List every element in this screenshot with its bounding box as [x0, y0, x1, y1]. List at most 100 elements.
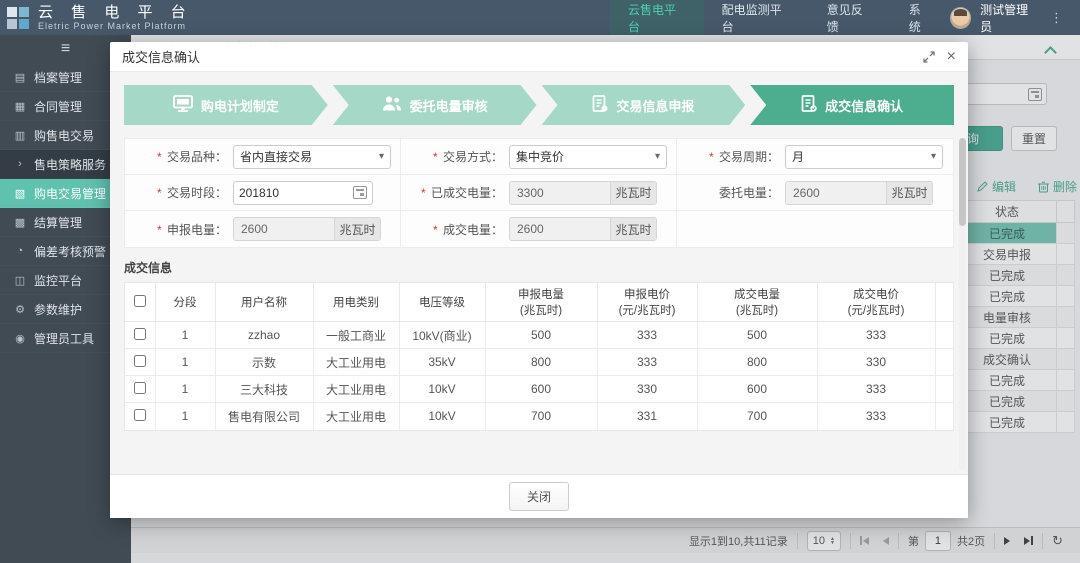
caret-down-icon: ▾	[931, 151, 936, 162]
vertical-dots-icon[interactable]: ⋮	[1047, 10, 1066, 26]
monitor-icon	[173, 95, 193, 115]
users-icon	[382, 95, 402, 115]
deal-table: 分段用户名称用电类别电压等级申报电量 (兆瓦时)申报电价 (元/兆瓦时)成交电量…	[125, 283, 953, 430]
table-header-row: 分段用户名称用电类别电压等级申报电量 (兆瓦时)申报电价 (元/兆瓦时)成交电量…	[125, 283, 953, 322]
table-row[interactable]: 1三大科技大工业用电10kV600330600333	[125, 376, 953, 403]
deal-form: * 交易品种： 省内直接交易▾ * 交易方式：集中竞价▾* 交易周期： 月▾ * 交易时…	[124, 138, 954, 248]
form-select[interactable]: 省内直接交易▾	[233, 145, 391, 169]
wizard-step[interactable]: 委托电量审核	[333, 85, 537, 125]
topnav-item[interactable]: 配电监测平台	[704, 0, 809, 35]
chevron-right-icon: ›	[13, 158, 27, 170]
table-cell: 售电有限公司	[215, 403, 313, 430]
form-readonly-input: 3300兆瓦时	[509, 181, 657, 205]
archive-icon: ▤	[13, 71, 27, 84]
required-asterisk: *	[421, 186, 426, 200]
form-field: * 申报电量： 2600兆瓦时	[125, 211, 401, 247]
form-label: 委托电量：	[677, 184, 779, 201]
topnav-item[interactable]: 意见反馈	[809, 0, 891, 35]
close-button[interactable]: 关闭	[509, 482, 569, 511]
wizard-step[interactable]: 购电计划制定	[124, 85, 328, 125]
row-checkbox[interactable]	[134, 382, 146, 394]
form-date-input[interactable]: 201810	[233, 181, 373, 205]
topnav-item[interactable]: 系统	[891, 0, 950, 35]
expand-icon[interactable]	[923, 51, 935, 63]
app-logo: 云 售 电 平 台 Eletric Power Market Platform	[0, 5, 280, 31]
wizard-step[interactable]: 交易信息申报	[542, 85, 746, 125]
user-block: 测试管理员 ⋮	[950, 1, 1080, 35]
unit-addon: 兆瓦时	[610, 182, 656, 204]
select-all-checkbox[interactable]	[134, 295, 146, 307]
form-select[interactable]: 月▾	[785, 145, 943, 169]
form-field: * 成交电量： 2600兆瓦时	[401, 211, 677, 247]
required-asterisk: *	[433, 223, 438, 237]
row-checkbox[interactable]	[134, 409, 146, 421]
table-cell: 1	[155, 376, 215, 403]
form-readonly-input: 2600兆瓦时	[785, 181, 933, 205]
table-cell: 示数	[215, 349, 313, 376]
form-select[interactable]: 集中竞价▾	[509, 145, 667, 169]
app-header: 云 售 电 平 台 Eletric Power Market Platform …	[0, 0, 1080, 35]
close-icon[interactable]: ×	[947, 50, 956, 64]
deal-confirm-modal: 成交信息确认 × 购电计划制定委托电量审核交易信息申报成交信息确认 * 交易品种…	[110, 42, 968, 518]
table-cell: 1	[155, 322, 215, 349]
table-cell: 333	[817, 376, 935, 403]
form-field: * 交易方式：集中竞价▾	[401, 139, 677, 175]
modal-scrollbar	[959, 138, 966, 470]
monitoring-icon: ◫	[13, 274, 27, 287]
form-label: * 成交电量：	[401, 221, 503, 238]
table-cell: 35kV	[399, 349, 485, 376]
wizard-steps: 购电计划制定委托电量审核交易信息申报成交信息确认	[124, 85, 954, 125]
form-readonly-input: 2600兆瓦时	[233, 217, 381, 241]
required-asterisk: *	[157, 186, 162, 200]
table-cell: 600	[697, 376, 817, 403]
required-asterisk: *	[157, 150, 162, 164]
form-label: * 已成交电量：	[401, 184, 503, 201]
row-checkbox[interactable]	[134, 328, 146, 340]
contract-icon: ▦	[13, 100, 27, 113]
confirm-doc-icon	[801, 95, 817, 115]
table-cell: 10kV(商业)	[399, 322, 485, 349]
report-icon	[592, 95, 608, 115]
logo-subtitle: Eletric Power Market Platform	[38, 21, 193, 31]
required-asterisk: *	[157, 223, 162, 237]
avatar[interactable]	[950, 7, 971, 29]
table-cell: 333	[817, 322, 935, 349]
column-header: 分段	[155, 283, 215, 322]
logo-grid-icon	[7, 7, 29, 29]
section-title: 成交信息	[124, 259, 954, 276]
deal-table-wrap: 分段用户名称用电类别电压等级申报电量 (兆瓦时)申报电价 (元/兆瓦时)成交电量…	[124, 282, 954, 431]
form-label: * 交易周期：	[677, 148, 779, 165]
table-cell: 700	[485, 403, 597, 430]
required-asterisk: *	[709, 150, 714, 164]
wizard-step[interactable]: 成交信息确认	[750, 85, 954, 125]
form-field: * 交易时段： 201810	[125, 175, 401, 211]
deviation-icon: ◔	[13, 245, 27, 257]
modal-footer: 关闭	[110, 474, 968, 518]
settlement-icon: ▩	[13, 216, 27, 229]
table-row[interactable]: 1zzhao一般工商业10kV(商业)500333500333	[125, 322, 953, 349]
unit-addon: 兆瓦时	[886, 182, 932, 204]
form-field: * 交易周期： 月▾	[677, 139, 953, 175]
table-cell: 三大科技	[215, 376, 313, 403]
table-cell: 10kV	[399, 403, 485, 430]
table-cell: 大工业用电	[313, 403, 399, 430]
table-cell: 333	[597, 322, 697, 349]
scrollbar-thumb[interactable]	[959, 138, 966, 226]
form-field: * 交易品种： 省内直接交易▾	[125, 139, 401, 175]
column-header: 申报电价 (元/兆瓦时)	[597, 283, 697, 322]
caret-down-icon: ▾	[379, 151, 384, 162]
form-label: * 申报电量：	[125, 221, 227, 238]
table-cell: 600	[485, 376, 597, 403]
form-readonly-input: 2600兆瓦时	[509, 217, 657, 241]
unit-addon: 兆瓦时	[610, 218, 656, 240]
table-row[interactable]: 1示数大工业用电35kV800333800330	[125, 349, 953, 376]
column-header-empty	[935, 283, 953, 322]
form-label: * 交易品种：	[125, 148, 227, 165]
column-header: 用电类别	[313, 283, 399, 322]
form-label: * 交易时段：	[125, 184, 227, 201]
topnav-item[interactable]: 云售电平台	[610, 0, 704, 35]
modal-title: 成交信息确认	[122, 47, 200, 66]
table-cell: 330	[597, 376, 697, 403]
table-row[interactable]: 1售电有限公司大工业用电10kV700331700333	[125, 403, 953, 430]
row-checkbox[interactable]	[134, 355, 146, 367]
